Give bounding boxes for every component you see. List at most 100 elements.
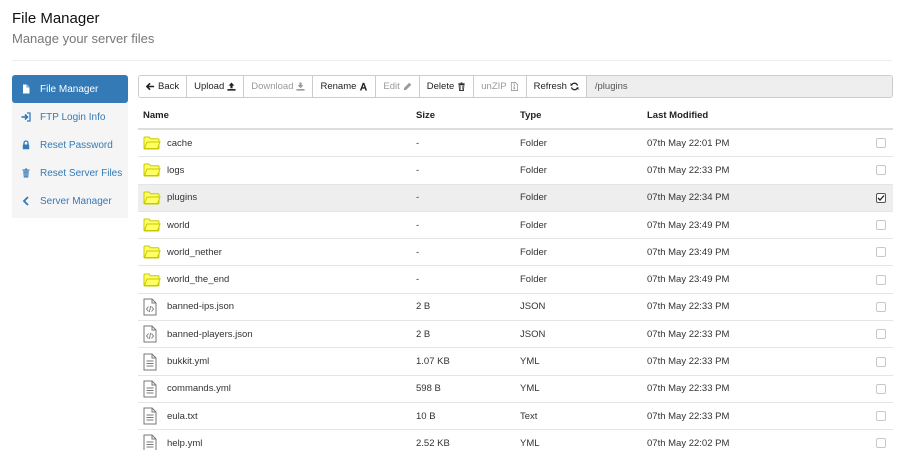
file-name[interactable]: world [167, 220, 190, 231]
sidebar-item-label: Server Manager [40, 195, 112, 207]
file-name[interactable]: banned-players.json [167, 329, 253, 340]
unzip-button[interactable]: unZIP [474, 76, 527, 97]
file-last-modified: 07th May 22:33 PM [647, 328, 730, 340]
file-type: YML [520, 383, 540, 395]
file-type: Folder [520, 219, 547, 231]
delete-button[interactable]: Delete [419, 76, 475, 97]
file-name[interactable]: bukkit.yml [167, 356, 209, 367]
back-button[interactable]: Back [139, 76, 188, 97]
file-type: YML [520, 437, 540, 449]
file-select-checkbox[interactable] [876, 411, 886, 422]
file-name[interactable]: commands.yml [167, 383, 231, 394]
file-select-checkbox[interactable] [876, 165, 886, 176]
file-last-modified: 07th May 22:33 PM [647, 410, 730, 422]
current-path: /plugins [586, 76, 892, 97]
table-row[interactable]: logs - Folder 07th May 22:33 PM [138, 157, 893, 185]
refresh-button[interactable]: Refresh [526, 76, 587, 97]
file-name[interactable]: cache [167, 138, 192, 149]
table-row[interactable]: help.yml 2.52 KB YML 07th May 22:02 PM [138, 430, 893, 450]
back-button-label: Back [158, 81, 180, 92]
file-last-modified: 07th May 22:33 PM [647, 356, 730, 368]
sidebar-item-reset-server-files[interactable]: Reset Server Files [12, 159, 128, 187]
file-select-checkbox[interactable] [876, 438, 886, 449]
file-select-checkbox[interactable] [876, 220, 886, 231]
folder-icon [143, 243, 161, 261]
sidebar-item-file-manager[interactable]: File Manager [12, 75, 128, 103]
table-row[interactable]: cache - Folder 07th May 22:01 PM [138, 130, 893, 158]
folder-icon [143, 161, 161, 179]
table-row[interactable]: plugins - Folder 07th May 22:34 PM [138, 184, 893, 212]
file-select-checkbox[interactable] [876, 274, 886, 285]
page-header: File Manager Manage your server files [12, 10, 154, 46]
file-select-checkbox[interactable] [876, 138, 886, 149]
chevron-left-icon [21, 196, 31, 206]
file-select-checkbox[interactable] [876, 192, 886, 203]
table-row[interactable]: world - Folder 07th May 23:49 PM [138, 212, 893, 240]
table-header: Name Size Type Last Modified [138, 103, 893, 130]
file-name[interactable]: banned-ips.json [167, 301, 234, 312]
sidebar-item-reset-password[interactable]: Reset Password [12, 131, 128, 159]
table-row[interactable]: eula.txt 10 B Text 07th May 22:33 PM [138, 403, 893, 431]
file-select-cell [869, 165, 893, 176]
file-select-checkbox[interactable] [876, 383, 886, 394]
table-row[interactable]: world_nether - Folder 07th May 23:49 PM [138, 239, 893, 267]
upload-icon [227, 82, 236, 91]
upload-button[interactable]: Upload [187, 76, 245, 97]
file-name[interactable]: plugins [167, 192, 197, 203]
file-name-cell: help.yml [138, 434, 416, 450]
file-name[interactable]: world_nether [167, 247, 222, 258]
download-button[interactable]: Download [244, 76, 314, 97]
file-name-cell: world_nether [138, 243, 416, 261]
column-header-name[interactable]: Name [138, 110, 416, 121]
column-header-last-modified[interactable]: Last Modified [647, 110, 869, 121]
file-select-checkbox[interactable] [876, 301, 886, 312]
table-row[interactable]: banned-players.json 2 B JSON 07th May 22… [138, 321, 893, 349]
file-select-cell [869, 138, 893, 149]
file-select-checkbox[interactable] [876, 329, 886, 340]
file-text-icon [143, 353, 161, 371]
file-select-checkbox[interactable] [876, 247, 886, 258]
file-name-cell: plugins [138, 189, 416, 207]
file-name-cell: commands.yml [138, 380, 416, 398]
file-size: - [416, 137, 420, 149]
table-body: cache - Folder 07th May 22:01 PM logs - … [138, 130, 893, 450]
sidebar-item-server-manager[interactable]: Server Manager [12, 187, 128, 215]
file-name[interactable]: help.yml [167, 438, 202, 449]
edit-button[interactable]: Edit [376, 76, 420, 97]
file-name[interactable]: logs [167, 165, 184, 176]
lock-icon [21, 140, 31, 150]
file-last-modified: 07th May 23:49 PM [647, 274, 730, 286]
rename-button[interactable]: Rename [313, 76, 377, 97]
sign-in-icon [21, 112, 31, 122]
file-select-cell [869, 301, 893, 312]
file-type: Folder [520, 246, 547, 258]
file-select-cell [869, 220, 893, 231]
file-name-cell: cache [138, 134, 416, 152]
file-select-checkbox[interactable] [876, 356, 886, 367]
file-select-cell [869, 356, 893, 367]
column-header-size[interactable]: Size [416, 110, 520, 121]
file-last-modified: 07th May 22:33 PM [647, 301, 730, 313]
delete-button-label: Delete [426, 81, 455, 92]
table-row[interactable]: bukkit.yml 1.07 KB YML 07th May 22:33 PM [138, 348, 893, 376]
file-name[interactable]: eula.txt [167, 411, 198, 422]
file-last-modified: 07th May 22:33 PM [647, 164, 730, 176]
trash-icon [457, 82, 466, 91]
page-subtitle: Manage your server files [12, 31, 155, 46]
file-text-icon [143, 407, 161, 425]
file-name[interactable]: world_the_end [167, 274, 229, 285]
unzip-button-label: unZIP [481, 81, 507, 92]
table-row[interactable]: world_the_end - Folder 07th May 23:49 PM [138, 266, 893, 294]
table-row[interactable]: banned-ips.json 2 B JSON 07th May 22:33 … [138, 294, 893, 322]
sidebar-item-label: File Manager [40, 83, 99, 95]
pencil-icon [403, 82, 412, 91]
download-icon [296, 82, 306, 91]
file-size: 10 B [416, 410, 436, 422]
file-size: 1.07 KB [416, 356, 450, 368]
column-header-type[interactable]: Type [520, 110, 647, 121]
file-toolbar: Back Upload Download Rename Edit Delete … [138, 75, 893, 98]
sidebar-item-ftp-login-info[interactable]: FTP Login Info [12, 103, 128, 131]
table-row[interactable]: commands.yml 598 B YML 07th May 22:33 PM [138, 376, 893, 403]
sidebar: File Manager FTP Login Info Reset Passwo… [12, 75, 128, 218]
file-size: - [416, 274, 420, 286]
